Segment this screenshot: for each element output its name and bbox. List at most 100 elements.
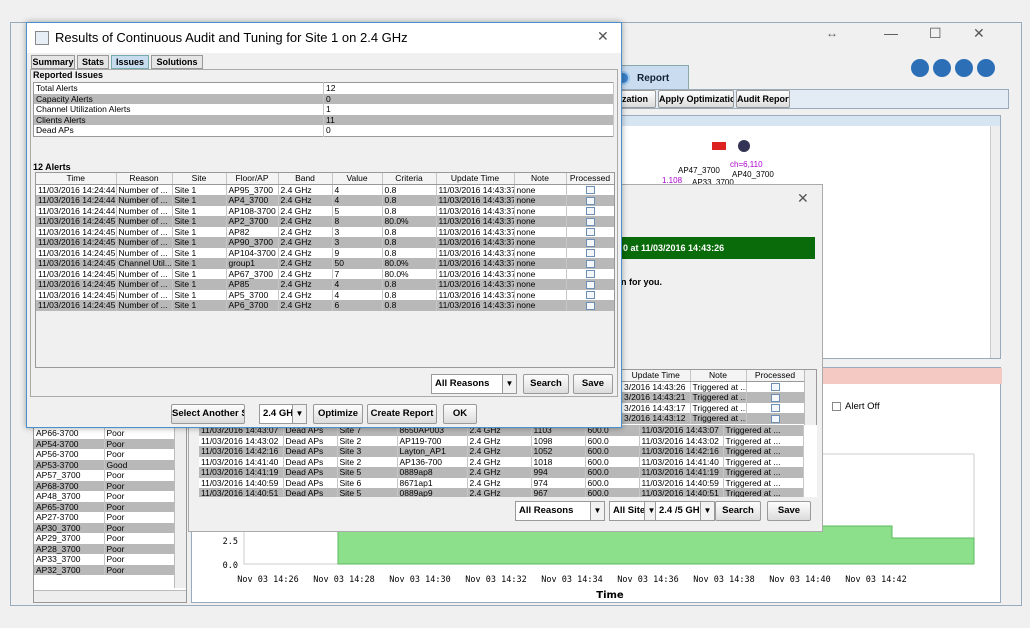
table-cell: 80.0%: [382, 216, 437, 227]
list-item[interactable]: AP32_3700 Poor: [34, 564, 175, 575]
list-item[interactable]: AP57_3700 Poor: [34, 470, 175, 481]
maximize-button[interactable]: ☐: [929, 25, 942, 42]
list-item[interactable]: AP56-3700 Poor: [34, 449, 175, 460]
column-header[interactable]: Time: [36, 173, 117, 185]
tab-stats[interactable]: Stats: [77, 55, 109, 69]
optimize-button[interactable]: Optimize: [313, 404, 363, 424]
audit-report-button[interactable]: Audit Report: [736, 90, 790, 108]
table-row[interactable]: 11/03/2016 14:40:51 Dead APs Site 5 0889ap9…: [199, 488, 804, 497]
processed-checkbox[interactable]: [585, 238, 595, 247]
select-another-site-button[interactable]: Select Another Site: [171, 404, 245, 424]
table-row[interactable]: 11/03/2016 14:24:45 Number of ... Site 1 AP…: [36, 279, 614, 290]
processed-checkbox[interactable]: [585, 259, 595, 268]
ok-button[interactable]: OK: [443, 404, 477, 424]
middle-dialog-close-button[interactable]: ✕: [797, 190, 809, 207]
processed-checkbox[interactable]: [585, 291, 595, 300]
table-row[interactable]: 3/2016 14:43:21 Triggered at ...: [622, 392, 805, 403]
list-item[interactable]: AP53-3700 Good: [34, 459, 175, 470]
reason-filter-select[interactable]: All Reasons ▼: [515, 501, 605, 521]
ap-list-vscroll[interactable]: [174, 428, 186, 588]
table-row[interactable]: 11/03/2016 14:24:45 Channel Util... Site 1…: [36, 258, 614, 269]
table-row[interactable]: 11/03/2016 14:41:40 Dead APs Site 2 AP136-7…: [199, 456, 804, 467]
processed-checkbox[interactable]: [585, 249, 595, 258]
processed-checkbox[interactable]: [585, 270, 595, 279]
column-header[interactable]: Update Time: [622, 370, 691, 382]
site-filter-select[interactable]: All Sites ▼: [609, 501, 659, 521]
create-report-button[interactable]: Create Report: [367, 404, 437, 424]
processed-checkbox[interactable]: [585, 186, 595, 195]
home-icon[interactable]: [911, 59, 929, 77]
column-header[interactable]: Note: [514, 173, 567, 185]
middle-save-button[interactable]: Save: [767, 501, 811, 521]
processed-checkbox[interactable]: [585, 207, 595, 216]
processed-cell: [566, 258, 614, 269]
ap-list-hscroll[interactable]: [34, 590, 186, 602]
column-header[interactable]: Criteria: [382, 173, 437, 185]
list-item[interactable]: AP48_3700 Poor: [34, 491, 175, 502]
list-item[interactable]: AP65-3700 Poor: [34, 501, 175, 512]
table-row[interactable]: 11/03/2016 14:41:19 Dead APs Site 5 0889ap8…: [199, 467, 804, 478]
processed-checkbox[interactable]: [770, 414, 780, 423]
tab-solutions[interactable]: Solutions: [151, 55, 203, 69]
column-header[interactable]: Value: [332, 173, 383, 185]
column-header[interactable]: Processed: [746, 370, 805, 382]
column-header[interactable]: Reason: [116, 173, 173, 185]
table-row[interactable]: 11/03/2016 14:42:16 Dead APs Site 3 Layton_…: [199, 446, 804, 457]
table-row[interactable]: 11/03/2016 14:24:44 Number of ... Site 1 AP…: [36, 184, 614, 195]
ap-status: Poor: [104, 428, 175, 439]
settings-icon[interactable]: [933, 59, 951, 77]
table-row[interactable]: 3/2016 14:43:26 Triggered at ...: [622, 381, 805, 392]
column-header[interactable]: Processed: [566, 173, 614, 185]
column-header[interactable]: Band: [278, 173, 333, 185]
column-header[interactable]: Update Time: [436, 173, 515, 185]
tab-issues[interactable]: Issues: [111, 55, 149, 69]
list-item[interactable]: AP66-3700 Poor: [34, 428, 175, 439]
table-row[interactable]: 11/03/2016 14:24:45 Number of ... Site 1 AP…: [36, 289, 614, 300]
band-filter-select[interactable]: 2.4 /5 GHz ▼: [655, 501, 715, 521]
dialog-close-button[interactable]: ✕: [597, 28, 609, 45]
processed-checkbox[interactable]: [770, 383, 780, 392]
table-row[interactable]: 11/03/2016 14:24:45 Number of ... Site 1 AP…: [36, 226, 614, 237]
apply-optimization-button[interactable]: Apply Optimization: [658, 90, 734, 108]
alert-reason-filter-select[interactable]: All Reasons ▼: [431, 374, 517, 394]
minimize-button[interactable]: —: [884, 25, 898, 41]
table-row[interactable]: 11/03/2016 14:43:02 Dead APs Site 2 AP119-7…: [199, 435, 804, 446]
alerts-save-button[interactable]: Save: [573, 374, 613, 394]
ap-name: AP32_3700: [34, 564, 105, 575]
dialog-band-select[interactable]: 2.4 GHz ▼: [259, 404, 307, 424]
column-header[interactable]: Site: [172, 173, 227, 185]
map-scrollbar[interactable]: [990, 126, 1000, 358]
processed-checkbox[interactable]: [585, 280, 595, 289]
processed-checkbox[interactable]: [770, 393, 780, 402]
list-item[interactable]: AP54-3700 Poor: [34, 438, 175, 449]
processed-checkbox[interactable]: [585, 301, 595, 310]
table-row[interactable]: 11/03/2016 14:24:45 Number of ... Site 1 AP…: [36, 300, 614, 311]
processed-checkbox[interactable]: [585, 228, 595, 237]
table-row[interactable]: 11/03/2016 14:24:44 Number of ... Site 1 AP…: [36, 195, 614, 206]
table-row[interactable]: 11/03/2016 14:24:45 Number of ... Site 1 AP…: [36, 216, 614, 227]
column-header[interactable]: Floor/AP: [226, 173, 279, 185]
list-item[interactable]: AP28_3700 Poor: [34, 543, 175, 554]
processed-checkbox[interactable]: [770, 404, 780, 413]
alerts-search-button[interactable]: Search: [523, 374, 569, 394]
table-row[interactable]: 3/2016 14:43:17 Triggered at ...: [622, 402, 805, 413]
table-row[interactable]: 11/03/2016 14:40:59 Dead APs Site 6 8671ap1…: [199, 477, 804, 488]
table-row[interactable]: 11/03/2016 14:24:45 Number of ... Site 1 AP…: [36, 268, 614, 279]
table-row[interactable]: 11/03/2016 14:24:45 Number of ... Site 1 AP…: [36, 247, 614, 258]
column-header[interactable]: Note: [690, 370, 747, 382]
processed-checkbox[interactable]: [585, 196, 595, 205]
help-icon[interactable]: [977, 59, 995, 77]
table-row[interactable]: 11/03/2016 14:24:44 Number of ... Site 1 AP…: [36, 205, 614, 216]
list-item[interactable]: AP27-3700 Poor: [34, 512, 175, 523]
table-row[interactable]: 3/2016 14:43:12 Triggered at ...: [622, 413, 805, 424]
list-item[interactable]: AP29_3700 Poor: [34, 533, 175, 544]
middle-search-button[interactable]: Search: [715, 501, 761, 521]
stop-icon[interactable]: [955, 59, 973, 77]
close-button[interactable]: ✕: [973, 25, 985, 42]
table-row[interactable]: 11/03/2016 14:24:45 Number of ... Site 1 AP…: [36, 237, 614, 248]
processed-checkbox[interactable]: [585, 217, 595, 226]
list-item[interactable]: AP30_3700 Poor: [34, 522, 175, 533]
list-item[interactable]: AP33_3700 Poor: [34, 554, 175, 565]
list-item[interactable]: AP68-3700 Poor: [34, 480, 175, 491]
tab-summary[interactable]: Summary: [31, 55, 75, 69]
